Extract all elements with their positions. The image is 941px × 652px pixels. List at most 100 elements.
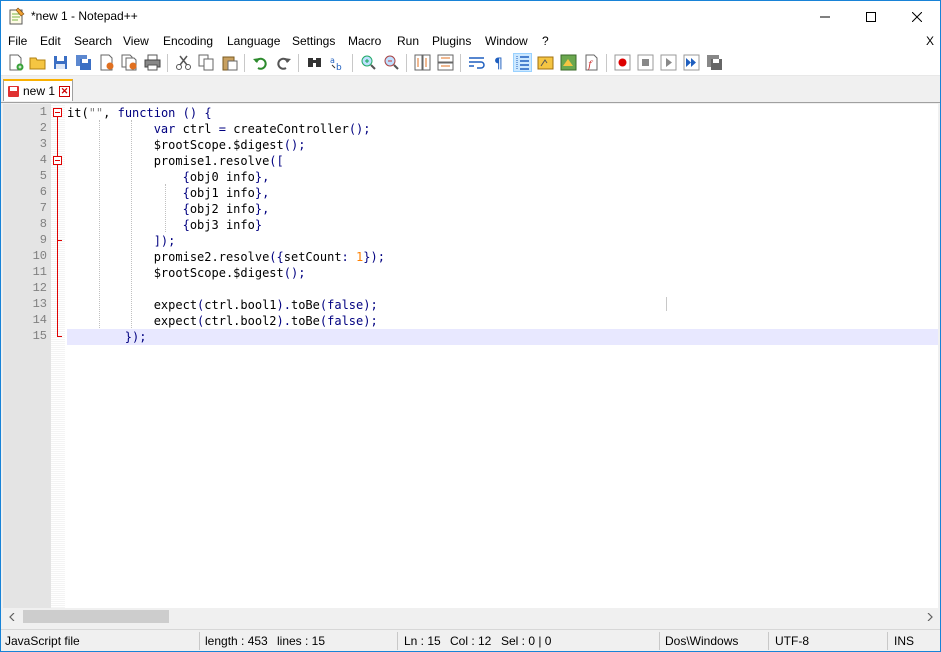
line-number: 8	[39, 217, 47, 231]
status-length: length : 453	[205, 634, 268, 648]
code-line-12[interactable]	[67, 281, 938, 297]
menu-plugins[interactable]: Plugins	[432, 34, 471, 48]
code-line-7[interactable]: {obj2 info},	[67, 201, 938, 217]
sync-vertical-icon[interactable]	[414, 54, 431, 71]
code-line-9[interactable]: ]);	[67, 233, 938, 249]
run-macro-multiple-icon[interactable]	[683, 54, 700, 71]
toolbar-separator	[460, 54, 461, 72]
paste-icon[interactable]	[221, 54, 238, 71]
zoom-out-icon[interactable]	[383, 54, 400, 71]
sync-horizontal-icon[interactable]	[437, 54, 454, 71]
toolbar-separator	[406, 54, 407, 72]
menu-bar: File Edit Search View Encoding Language …	[1, 32, 940, 51]
scroll-right-icon[interactable]	[921, 608, 938, 625]
code-line-13[interactable]: expect(ctrl.bool1).toBe(false);	[67, 297, 938, 313]
record-macro-icon[interactable]	[614, 54, 631, 71]
doc-map-icon[interactable]	[560, 54, 577, 71]
save-icon[interactable]	[52, 54, 69, 71]
code-line-10[interactable]: promise2.resolve({setCount: 1});	[67, 249, 938, 265]
menu-file[interactable]: File	[8, 34, 27, 48]
maximize-button[interactable]	[848, 1, 894, 32]
copy-icon[interactable]	[198, 54, 215, 71]
menu-window[interactable]: Window	[485, 34, 528, 48]
mouse-ibeam-cursor	[666, 297, 667, 311]
tab-label: new 1	[23, 84, 56, 98]
code-line-11[interactable]: $rootScope.$digest();	[67, 265, 938, 281]
redo-icon[interactable]	[275, 54, 292, 71]
code-line-8[interactable]: {obj3 info}	[67, 217, 938, 233]
line-number: 1	[39, 105, 47, 119]
menu-settings[interactable]: Settings	[292, 34, 335, 48]
scroll-left-icon[interactable]	[3, 608, 20, 625]
toolbar-separator	[298, 54, 299, 72]
code-line-2[interactable]: var ctrl = createController();	[67, 121, 938, 137]
code-line-14[interactable]: expect(ctrl.bool2).toBe(false);	[67, 313, 938, 329]
play-macro-icon[interactable]	[660, 54, 677, 71]
code-line-4[interactable]: promise1.resolve([	[67, 153, 938, 169]
menu-help[interactable]: ?	[542, 34, 549, 48]
minimize-button[interactable]	[802, 1, 848, 32]
indent-guide-icon[interactable]	[513, 53, 532, 72]
scrollbar-thumb[interactable]	[23, 610, 169, 623]
menu-macro[interactable]: Macro	[348, 34, 381, 48]
line-number-margin: 1 2 3 4 5 6 7 8 9 10 11 12 13 14 15	[3, 104, 51, 608]
line-number: 10	[32, 249, 47, 263]
find-icon[interactable]	[306, 54, 323, 71]
menu-run[interactable]: Run	[397, 34, 419, 48]
line-number: 4	[39, 153, 47, 167]
menu-encoding[interactable]: Encoding	[163, 34, 213, 48]
udl-icon[interactable]	[537, 54, 554, 71]
menu-language[interactable]: Language	[227, 34, 280, 48]
menu-edit[interactable]: Edit	[40, 34, 61, 48]
undo-icon[interactable]	[252, 54, 269, 71]
status-divider	[768, 632, 769, 650]
menu-search[interactable]: Search	[74, 34, 112, 48]
line-number: 7	[39, 201, 47, 215]
function-list-icon[interactable]: f	[583, 54, 600, 71]
save-all-icon[interactable]	[75, 54, 92, 71]
notepadpp-logo-icon[interactable]	[9, 7, 25, 25]
window-title: *new 1 - Notepad++	[31, 9, 138, 23]
print-icon[interactable]	[144, 54, 161, 71]
show-all-chars-icon[interactable]: ¶	[491, 54, 508, 72]
line-number: 15	[32, 329, 47, 343]
status-ln: Ln : 15	[404, 634, 441, 648]
status-eol[interactable]: Dos\Windows	[665, 634, 738, 648]
code-line-5[interactable]: {obj0 info},	[67, 169, 938, 185]
tab-new-1[interactable]: new 1 ✕	[3, 79, 73, 101]
close-icon	[912, 11, 922, 22]
code-line-15[interactable]: });	[67, 329, 938, 345]
open-file-icon[interactable]	[29, 54, 46, 71]
code-line-3[interactable]: $rootScope.$digest();	[67, 137, 938, 153]
fold-collapse-icon[interactable]	[53, 108, 62, 117]
line-number: 14	[32, 313, 47, 327]
code-text[interactable]: it("", function () { var ctrl = createCo…	[67, 104, 938, 608]
status-insert-mode[interactable]: INS	[894, 634, 914, 648]
status-col: Col : 12	[450, 634, 492, 648]
zoom-in-icon[interactable]	[360, 54, 377, 71]
word-wrap-icon[interactable]	[468, 54, 485, 71]
tab-close-icon[interactable]: ✕	[59, 86, 70, 97]
stop-macro-icon[interactable]	[637, 54, 654, 71]
svg-text:a: a	[330, 56, 335, 65]
code-line-6[interactable]: {obj1 info},	[67, 185, 938, 201]
maximize-icon	[866, 11, 876, 22]
status-divider	[199, 632, 200, 650]
menu-view[interactable]: View	[123, 34, 149, 48]
code-line-1[interactable]: it("", function () {	[67, 105, 938, 121]
horizontal-scrollbar[interactable]	[3, 608, 938, 625]
new-file-icon[interactable]	[7, 54, 24, 71]
close-file-icon[interactable]	[98, 54, 115, 71]
close-window-button[interactable]	[894, 1, 940, 32]
status-encoding[interactable]: UTF-8	[775, 634, 809, 648]
close-document-button[interactable]: X	[926, 34, 934, 48]
line-number: 12	[32, 281, 47, 295]
editor-area[interactable]: 1 2 3 4 5 6 7 8 9 10 11 12 13 14 15 it("", function ()…	[3, 104, 938, 608]
toolbar-separator	[244, 54, 245, 72]
cut-icon[interactable]	[175, 54, 192, 71]
fold-collapse-icon[interactable]	[53, 156, 62, 165]
fold-margin[interactable]	[51, 104, 65, 608]
save-macro-icon[interactable]	[706, 54, 723, 71]
close-all-icon[interactable]	[121, 54, 138, 71]
replace-icon[interactable]: ab	[329, 54, 346, 73]
